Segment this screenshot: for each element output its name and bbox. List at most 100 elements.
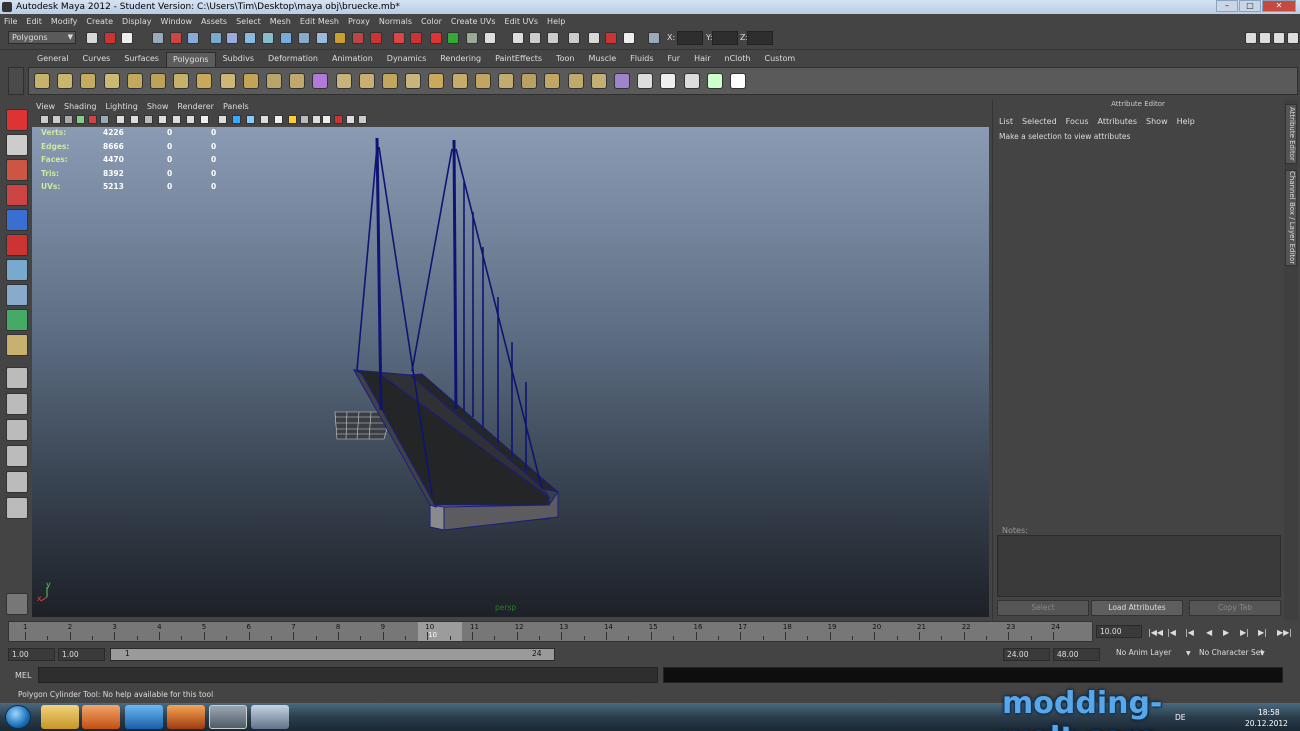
shelf-tab-curves[interactable]: Curves: [76, 51, 118, 67]
menu-proxy[interactable]: Proxy: [348, 17, 370, 26]
play-backwards-icon[interactable]: ◀: [1206, 628, 1212, 637]
mel-label[interactable]: MEL: [15, 671, 31, 680]
panel-toolbar-icon[interactable]: [158, 115, 167, 124]
show-manip-icon[interactable]: [6, 309, 28, 331]
select-tool-icon[interactable]: [6, 109, 28, 131]
hotbox-icon[interactable]: [6, 593, 28, 615]
panel-toggle-icon[interactable]: [1245, 32, 1257, 44]
shelf-poly-tool-icon[interactable]: [428, 73, 445, 89]
shelf-poly-tool-icon[interactable]: [150, 73, 166, 89]
shelf-poly-tool-icon[interactable]: [451, 73, 468, 89]
menu-select[interactable]: Select: [236, 17, 261, 26]
go-to-end-icon[interactable]: ▶▶|: [1277, 628, 1292, 637]
menu-normals[interactable]: Normals: [379, 17, 412, 26]
media-player-taskbar-icon[interactable]: [82, 705, 120, 729]
scale-tool-icon[interactable]: [6, 234, 28, 256]
copy-tab-button[interactable]: Copy Tab: [1189, 600, 1281, 616]
shelf-tab-rendering[interactable]: Rendering: [433, 51, 488, 67]
shelf-poly-tool-icon[interactable]: [544, 73, 561, 89]
shelf-poly-tool-icon[interactable]: [358, 73, 375, 89]
panel-toolbar-icon[interactable]: [144, 115, 153, 124]
tab-channel-box[interactable]: Channel Box / Layer Editor: [1285, 170, 1297, 266]
statusline-tool-icon[interactable]: [410, 32, 422, 44]
panel-toolbar-icon[interactable]: [88, 115, 97, 124]
panel-menu-shading[interactable]: Shading: [64, 102, 97, 111]
menu-modify[interactable]: Modify: [51, 17, 78, 26]
windows-start-button[interactable]: [5, 705, 31, 729]
panel-toolbar-icon[interactable]: [40, 115, 49, 124]
panel-toolbar-icon[interactable]: [218, 115, 227, 124]
panel-toolbar-icon[interactable]: [200, 115, 209, 124]
shelf-poly-tool-icon[interactable]: [382, 73, 398, 89]
attribute-menu-attributes[interactable]: Attributes: [1098, 117, 1138, 126]
statusline-tool-icon[interactable]: [170, 32, 182, 44]
attribute-menu-focus[interactable]: Focus: [1066, 117, 1089, 126]
panel-toolbar-icon[interactable]: [312, 115, 321, 124]
shelf-poly-tool-icon[interactable]: [730, 73, 746, 89]
panel-toolbar-icon[interactable]: [232, 115, 241, 124]
statusline-tool-icon[interactable]: [121, 32, 133, 44]
load-attributes-button[interactable]: Load Attributes: [1091, 600, 1183, 616]
statusline-tool-icon[interactable]: [187, 32, 199, 44]
tab-attribute-editor[interactable]: Attribute Editor: [1285, 104, 1297, 164]
menu-edit-uvs[interactable]: Edit UVs: [505, 17, 539, 26]
shelf-tab-dynamics[interactable]: Dynamics: [380, 51, 433, 67]
explorer-taskbar-icon[interactable]: [41, 705, 79, 729]
range-slider[interactable]: [110, 648, 555, 661]
menu-edit[interactable]: Edit: [26, 17, 42, 26]
playback-end-field[interactable]: 24.00: [1003, 648, 1050, 661]
panel-menu-view[interactable]: View: [36, 102, 55, 111]
internet-explorer-taskbar-icon[interactable]: [125, 705, 163, 729]
close-button[interactable]: ✕: [1262, 0, 1296, 12]
statusline-tool-icon[interactable]: [298, 32, 310, 44]
menu-create-uvs[interactable]: Create UVs: [451, 17, 496, 26]
panel-toolbar-icon[interactable]: [100, 115, 109, 124]
shelf-poly-tool-icon[interactable]: [706, 73, 723, 89]
statusline-tool-icon[interactable]: [316, 32, 328, 44]
tray-language[interactable]: DE: [1175, 713, 1186, 722]
shelf-tab-toon[interactable]: Toon: [549, 51, 581, 67]
panel-toolbar-icon[interactable]: [186, 115, 195, 124]
maximize-button[interactable]: □: [1239, 0, 1261, 12]
shelf-poly-tool-icon[interactable]: [637, 73, 654, 89]
panel-toggle-icon[interactable]: [1259, 32, 1271, 44]
statusline-tool-icon[interactable]: [466, 32, 478, 44]
mel-command-input[interactable]: [38, 667, 658, 683]
shelf-poly-tool-icon[interactable]: [57, 73, 74, 89]
shelf-tab-muscle[interactable]: Muscle: [581, 51, 623, 67]
layout-four-icon[interactable]: [6, 393, 28, 415]
step-back-key-icon[interactable]: |◀: [1167, 628, 1176, 637]
shelf-tab-hair[interactable]: Hair: [687, 51, 717, 67]
statusline-tool-icon[interactable]: [226, 32, 238, 44]
statusline-tool-icon[interactable]: [605, 32, 617, 44]
shelf-poly-tool-icon[interactable]: [683, 73, 700, 89]
layout-graph-icon[interactable]: [6, 445, 28, 467]
attribute-menu-help[interactable]: Help: [1177, 117, 1195, 126]
shelf-poly-tool-icon[interactable]: [266, 73, 282, 89]
shelf-menu-grip[interactable]: [8, 67, 24, 95]
menu-help[interactable]: Help: [547, 17, 565, 26]
statusline-tool-icon[interactable]: [484, 32, 496, 44]
statusline-tool-icon[interactable]: [648, 32, 660, 44]
playback-start-field[interactable]: 1.00: [58, 648, 105, 661]
menu-file[interactable]: File: [4, 17, 17, 26]
statusline-tool-icon[interactable]: [512, 32, 524, 44]
statusline-tool-icon[interactable]: [623, 32, 635, 44]
shelf-tab-surfaces[interactable]: Surfaces: [117, 51, 166, 67]
statusline-tool-icon[interactable]: [86, 32, 98, 44]
statusline-tool-icon[interactable]: [210, 32, 222, 44]
shelf-poly-tool-icon[interactable]: [335, 73, 352, 89]
menu-color[interactable]: Color: [421, 17, 442, 26]
manipulator-icon[interactable]: [6, 259, 28, 281]
attribute-menu-selected[interactable]: Selected: [1022, 117, 1057, 126]
shelf-poly-tool-icon[interactable]: [405, 73, 422, 89]
menu-mesh[interactable]: Mesh: [270, 17, 291, 26]
shelf-tab-general[interactable]: General: [30, 51, 76, 67]
menu-display[interactable]: Display: [122, 17, 152, 26]
layout-hypershade-icon[interactable]: [6, 471, 28, 493]
step-back-frame-icon[interactable]: |◀: [1185, 628, 1194, 637]
statusline-tool-icon[interactable]: [104, 32, 116, 44]
select-button[interactable]: Select: [997, 600, 1089, 616]
time-slider[interactable]: 1 2 3 4 5 6 7 8 9 10 11 12 13 14 15 16 17 18 19 20 21 22 23 24 1…: [8, 621, 1093, 642]
shelf-poly-tool-icon[interactable]: [521, 73, 538, 89]
